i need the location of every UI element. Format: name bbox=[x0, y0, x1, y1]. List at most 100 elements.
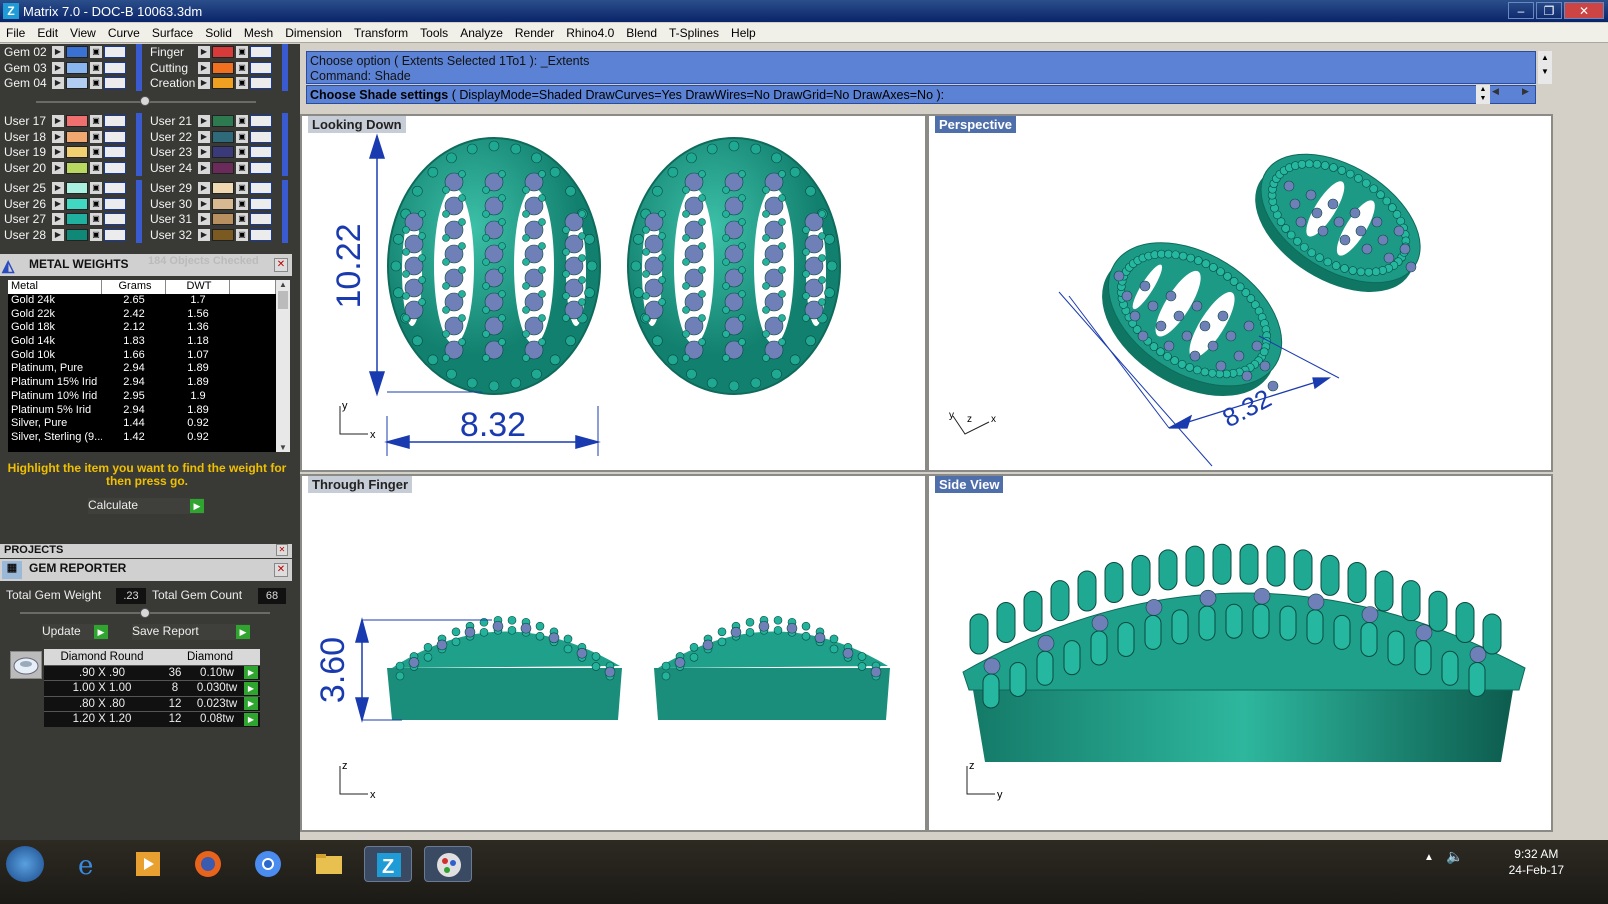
update-button[interactable]: Update ▶ bbox=[42, 624, 108, 640]
layer-arrow-icon[interactable]: ▶ bbox=[198, 46, 210, 58]
lock-icon[interactable]: ▣ bbox=[90, 197, 102, 210]
menu-render[interactable]: Render bbox=[509, 26, 560, 40]
layer-arrow-icon[interactable]: ▶ bbox=[52, 197, 64, 210]
metal-weights-close-button[interactable]: ✕ bbox=[274, 258, 288, 272]
start-button[interactable] bbox=[6, 846, 44, 882]
layer-row[interactable]: User 27 ▶ ▣ bbox=[0, 211, 126, 227]
calculate-button[interactable]: Calculate ▶ bbox=[88, 498, 204, 514]
layer-visibility-toggle[interactable] bbox=[250, 61, 272, 74]
layer-visibility-toggle[interactable] bbox=[104, 46, 126, 58]
lock-icon[interactable]: ▣ bbox=[236, 61, 248, 74]
layer-arrow-icon[interactable]: ▶ bbox=[198, 213, 210, 226]
table-row[interactable]: Gold 22k 2.42 1.56 bbox=[8, 308, 276, 322]
menu-file[interactable]: File bbox=[0, 26, 31, 40]
layer-row[interactable]: User 26 ▶ ▣ bbox=[0, 196, 126, 212]
lock-icon[interactable]: ▣ bbox=[236, 146, 248, 159]
firefox-icon[interactable] bbox=[184, 846, 232, 882]
file-explorer-icon[interactable] bbox=[304, 846, 352, 882]
table-row[interactable]: Gold 18k 2.12 1.36 bbox=[8, 321, 276, 335]
viewport-title[interactable]: Perspective bbox=[935, 116, 1016, 133]
layer-row[interactable]: User 22 ▶ ▣ bbox=[146, 129, 272, 145]
layer-color-swatch[interactable] bbox=[66, 77, 88, 90]
lock-icon[interactable]: ▣ bbox=[236, 130, 248, 143]
layer-row[interactable]: User 23 ▶ ▣ bbox=[146, 144, 272, 160]
layer-arrow-icon[interactable]: ▶ bbox=[198, 146, 210, 159]
layer-visibility-toggle[interactable] bbox=[250, 213, 272, 226]
menu-tsplines[interactable]: T-Splines bbox=[663, 26, 725, 40]
layer-splitter-handle[interactable] bbox=[140, 96, 150, 106]
layer-color-swatch[interactable] bbox=[212, 229, 234, 242]
volume-icon[interactable]: 🔈 bbox=[1446, 848, 1463, 865]
viewport-perspective[interactable]: Perspective 8.32 y z x bbox=[927, 114, 1553, 472]
layer-visibility-toggle[interactable] bbox=[250, 130, 272, 143]
show-hidden-icons[interactable]: ▲ bbox=[1424, 852, 1434, 863]
layer-color-swatch[interactable] bbox=[66, 61, 88, 74]
layer-color-swatch[interactable] bbox=[212, 115, 234, 127]
go-arrow-icon[interactable]: ▶ bbox=[244, 697, 258, 711]
layer-color-swatch[interactable] bbox=[212, 130, 234, 143]
layer-color-swatch[interactable] bbox=[212, 182, 234, 194]
layer-visibility-toggle[interactable] bbox=[104, 182, 126, 194]
layer-color-swatch[interactable] bbox=[66, 197, 88, 210]
layer-color-swatch[interactable] bbox=[66, 130, 88, 143]
menu-mesh[interactable]: Mesh bbox=[238, 26, 279, 40]
lock-icon[interactable]: ▣ bbox=[90, 115, 102, 127]
command-history[interactable]: Choose option ( Extents Selected 1To1 ):… bbox=[306, 51, 1536, 84]
maximize-button[interactable]: ❐ bbox=[1536, 2, 1562, 19]
layer-row[interactable]: User 32 ▶ ▣ bbox=[146, 227, 272, 243]
layer-arrow-icon[interactable]: ▶ bbox=[198, 182, 210, 194]
layer-color-swatch[interactable] bbox=[212, 197, 234, 210]
viewport-title[interactable]: Looking Down bbox=[308, 116, 406, 133]
prompt-spin-icon[interactable]: ▲ ▼ bbox=[1476, 85, 1490, 104]
viewport-title[interactable]: Side View bbox=[935, 476, 1004, 493]
layer-arrow-icon[interactable]: ▶ bbox=[52, 77, 64, 90]
matrix-taskbar-button[interactable]: Z bbox=[364, 846, 412, 882]
layer-arrow-icon[interactable]: ▶ bbox=[198, 162, 210, 175]
command-prompt[interactable]: Choose Shade settings ( DisplayMode=Shad… bbox=[306, 85, 1536, 104]
layer-visibility-toggle[interactable] bbox=[250, 46, 272, 58]
lock-icon[interactable]: ▣ bbox=[90, 162, 102, 175]
gem-reporter-close-button[interactable]: ✕ bbox=[274, 563, 288, 577]
layer-visibility-toggle[interactable] bbox=[104, 130, 126, 143]
history-scrollbar[interactable]: ▲ ▼ bbox=[1538, 51, 1552, 84]
gem-row[interactable]: .90 X .90 36 0.10tw ▶ bbox=[44, 664, 260, 680]
menu-surface[interactable]: Surface bbox=[146, 26, 199, 40]
layer-row[interactable]: User 30 ▶ ▣ bbox=[146, 196, 272, 212]
layer-row[interactable]: User 25 ▶ ▣ bbox=[0, 180, 126, 196]
layer-row[interactable]: Gem 04 ▶ ▣ bbox=[0, 75, 126, 91]
lock-icon[interactable]: ▣ bbox=[236, 77, 248, 90]
lock-icon[interactable]: ▣ bbox=[236, 46, 248, 58]
internet-explorer-icon[interactable]: e bbox=[64, 846, 112, 882]
table-row[interactable]: Silver, Sterling (9... 1.42 0.92 bbox=[8, 431, 276, 445]
layer-arrow-icon[interactable]: ▶ bbox=[198, 77, 210, 90]
viewport-through-finger[interactable]: Through Finger 3.60 z x bbox=[300, 474, 927, 832]
layer-arrow-icon[interactable]: ▶ bbox=[198, 197, 210, 210]
table-row[interactable]: Platinum 5% Irid 2.94 1.89 bbox=[8, 404, 276, 418]
col-metal[interactable]: Metal bbox=[8, 280, 102, 294]
lock-icon[interactable]: ▣ bbox=[236, 162, 248, 175]
layer-visibility-toggle[interactable] bbox=[250, 182, 272, 194]
layer-arrow-icon[interactable]: ▶ bbox=[198, 115, 210, 127]
layer-color-swatch[interactable] bbox=[212, 146, 234, 159]
go-arrow-icon[interactable]: ▶ bbox=[244, 712, 258, 726]
menu-blend[interactable]: Blend bbox=[620, 26, 663, 40]
layer-arrow-icon[interactable]: ▶ bbox=[52, 130, 64, 143]
layer-visibility-toggle[interactable] bbox=[104, 213, 126, 226]
viewport-looking-down[interactable]: Looking Down 10.22 8.32 y x bbox=[300, 114, 927, 472]
layer-color-swatch[interactable] bbox=[212, 46, 234, 58]
layer-visibility-toggle[interactable] bbox=[250, 115, 272, 127]
layer-row[interactable]: User 28 ▶ ▣ bbox=[0, 227, 126, 243]
viewport-side-view[interactable]: Side View z y bbox=[927, 474, 1553, 832]
layer-visibility-toggle[interactable] bbox=[104, 146, 126, 159]
chrome-icon[interactable] bbox=[244, 846, 292, 882]
layer-row[interactable]: Finger ▶ ▣ bbox=[146, 44, 272, 60]
minimize-button[interactable]: – bbox=[1508, 2, 1534, 19]
scroll-left-icon[interactable]: ◀ bbox=[1492, 86, 1499, 97]
projects-header[interactable]: PROJECTS bbox=[0, 544, 292, 558]
layer-color-swatch[interactable] bbox=[212, 77, 234, 90]
table-row[interactable]: Gold 14k 1.83 1.18 bbox=[8, 335, 276, 349]
layer-arrow-icon[interactable]: ▶ bbox=[52, 46, 64, 58]
layer-row[interactable]: Gem 03 ▶ ▣ bbox=[0, 60, 126, 76]
layer-color-swatch[interactable] bbox=[66, 229, 88, 242]
layer-arrow-icon[interactable]: ▶ bbox=[52, 213, 64, 226]
